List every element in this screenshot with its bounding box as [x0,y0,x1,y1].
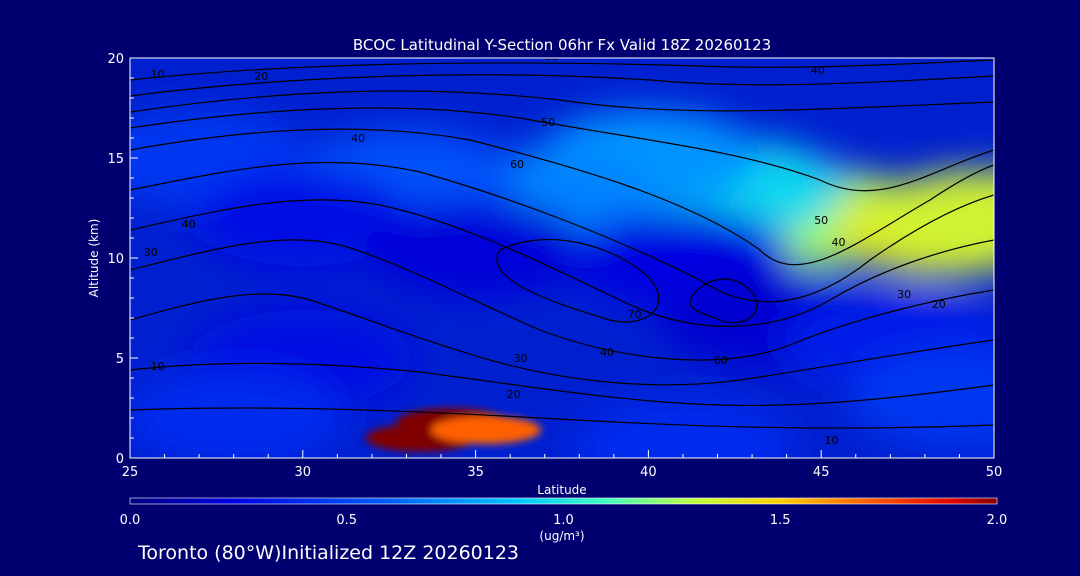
contour-label-5: 50 [541,116,555,129]
contour-label-11: 30 [897,288,911,301]
footer-info: Toronto (80°W)Initialized 12Z 20260123 [138,542,520,564]
contour-label-17: 10 [151,360,165,373]
y-tick-label-3: 15 [107,152,124,167]
colorbar-tick-label-3: 1.5 [770,513,791,528]
contour-label-19: 10 [825,434,839,447]
contour-label-13: 70 [628,308,642,321]
y-tick-label-2: 10 [107,252,124,267]
y-tick-label-4: 20 [107,52,124,67]
contour-label-14: 30 [514,352,528,365]
concentration-blob-9 [365,200,586,296]
contour-label-3: 40 [811,64,825,77]
x-tick-label-3: 40 [640,465,657,480]
colorbar-units: (ug/m³) [539,529,584,543]
contour-label-15: 40 [600,346,614,359]
colorbar [129,497,998,505]
x-tick-label-0: 25 [122,465,139,480]
contour-label-16: 60 [714,354,728,367]
y-axis-label: Altitude (km) [87,219,101,298]
contour-label-7: 40 [182,218,196,231]
colorbar-tick-label-1: 0.5 [336,513,357,528]
concentration-field: 10 2030404050604030504030207030 4060102010 [130,58,994,458]
contour-label-10: 40 [831,236,845,249]
contour-label-18: 20 [507,388,521,401]
x-tick-label-5: 50 [986,465,1003,480]
contour-label-1: 20 [254,70,268,83]
y-tick-label-0: 0 [116,452,124,467]
x-tick-label-4: 45 [813,465,830,480]
x-axis-label: Latitude [537,483,586,497]
chart-title: BCOC Latitudinal Y-Section 06hr Fx Valid… [353,36,771,54]
colorbar-tick-label-4: 2.0 [987,513,1008,528]
contour-label-12: 20 [932,298,946,311]
contour-label-9: 50 [814,214,828,227]
colorbar-tick-label-2: 1.0 [553,513,574,528]
x-tick-label-2: 35 [467,465,484,480]
y-tick-label-1: 5 [116,352,124,367]
contour-label-0: 10 [151,68,165,81]
concentration-blob-18 [430,416,541,444]
contour-label-6: 60 [510,158,524,171]
concentration-blob-15 [130,370,344,458]
x-tick-label-1: 30 [295,465,312,480]
contour-label-8: 30 [144,246,158,259]
colorbar-tick-label-0: 0.0 [120,513,141,528]
cross-section-figure: BCOC Latitudinal Y-Section 06hr Fx Valid… [87,36,1008,543]
contour-label-4: 40 [351,132,365,145]
colorbar-ticks: 0.0 0.5 1.0 1.5 2.0 [120,513,1008,528]
concentration-blob-19 [572,398,793,458]
